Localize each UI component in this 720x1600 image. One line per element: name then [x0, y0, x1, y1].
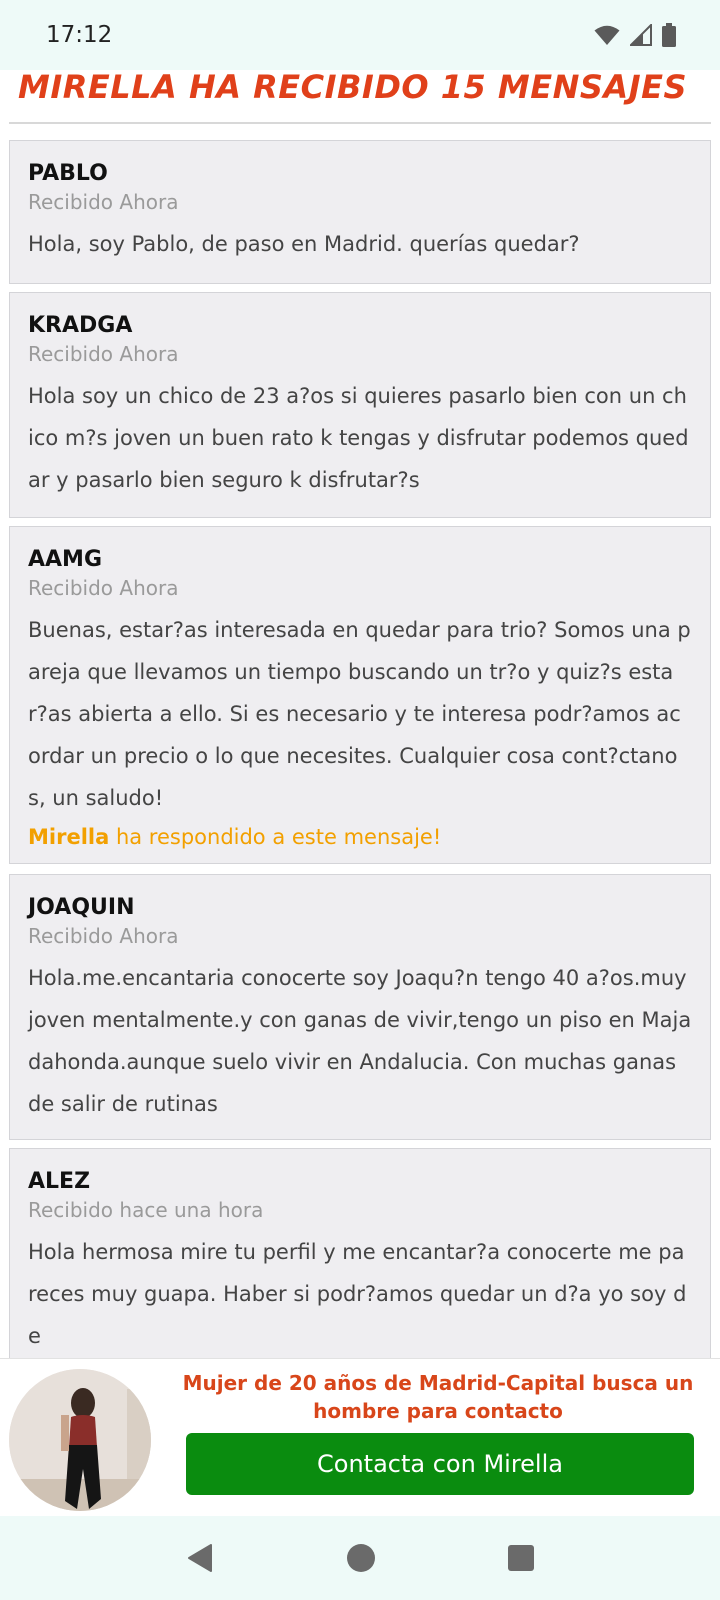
message-card[interactable]: PABLO Recibido Ahora Hola, soy Pablo, de… — [9, 140, 711, 284]
status-time: 17:12 — [46, 22, 113, 48]
profile-avatar[interactable] — [9, 1369, 151, 1511]
battery-icon — [662, 23, 676, 47]
message-card[interactable]: JOAQUIN Recibido Ahora Hola.me.encantari… — [9, 874, 711, 1140]
contact-promo-banner: Mujer de 20 años de Madrid-Capital busca… — [0, 1358, 720, 1516]
message-body: Hola.me.encantaria conocerte soy Joaqu?n… — [28, 966, 692, 1116]
profile-photo — [9, 1369, 151, 1511]
title-divider — [9, 122, 711, 124]
message-body: Buenas, estar?as interesada en quedar pa… — [28, 618, 691, 810]
home-icon[interactable] — [346, 1543, 376, 1573]
status-icons — [594, 23, 676, 47]
cell-signal-icon — [630, 24, 652, 46]
status-bar: 17:12 — [0, 0, 720, 70]
message-sender: AAMG — [28, 547, 103, 572]
message-sender: PABLO — [28, 161, 108, 186]
message-sender: ALEZ — [28, 1169, 91, 1194]
message-time: Recibido Ahora — [28, 576, 179, 600]
page-title: Mirella ha recibido 15 mensajes — [18, 70, 687, 106]
message-time: Recibido Ahora — [28, 924, 179, 948]
message-card[interactable]: ALEZ Recibido hace una hora Hola hermosa… — [9, 1148, 711, 1360]
message-body: Hola soy un chico de 23 a?os si quieres … — [28, 384, 689, 492]
messages-page: Mirella ha recibido 15 mensajes PABLO Re… — [0, 70, 720, 1360]
message-body: Hola hermosa mire tu perfil y me encanta… — [28, 1240, 687, 1348]
reply-name: Mirella — [28, 825, 110, 849]
recents-icon[interactable] — [507, 1544, 535, 1572]
message-sender: KRADGA — [28, 313, 133, 338]
message-time: Recibido hace una hora — [28, 1198, 264, 1222]
reply-notice: Mirella ha respondido a este mensaje! — [28, 823, 692, 851]
message-body: Hola, soy Pablo, de paso en Madrid. quer… — [28, 232, 580, 256]
message-sender: JOAQUIN — [28, 895, 135, 920]
message-card[interactable]: AAMG Recibido Ahora Buenas, estar?as int… — [9, 526, 711, 864]
message-time: Recibido Ahora — [28, 342, 179, 366]
back-icon[interactable] — [185, 1543, 215, 1573]
promo-headline: Mujer de 20 años de Madrid-Capital busca… — [182, 1371, 694, 1423]
contact-button[interactable]: Contacta con Mirella — [186, 1433, 694, 1495]
reply-text: ha respondido a este mensaje! — [109, 825, 442, 849]
message-time: Recibido Ahora — [28, 190, 179, 214]
system-nav-bar — [0, 1516, 720, 1600]
wifi-icon — [594, 25, 620, 45]
message-card[interactable]: KRADGA Recibido Ahora Hola soy un chico … — [9, 292, 711, 518]
